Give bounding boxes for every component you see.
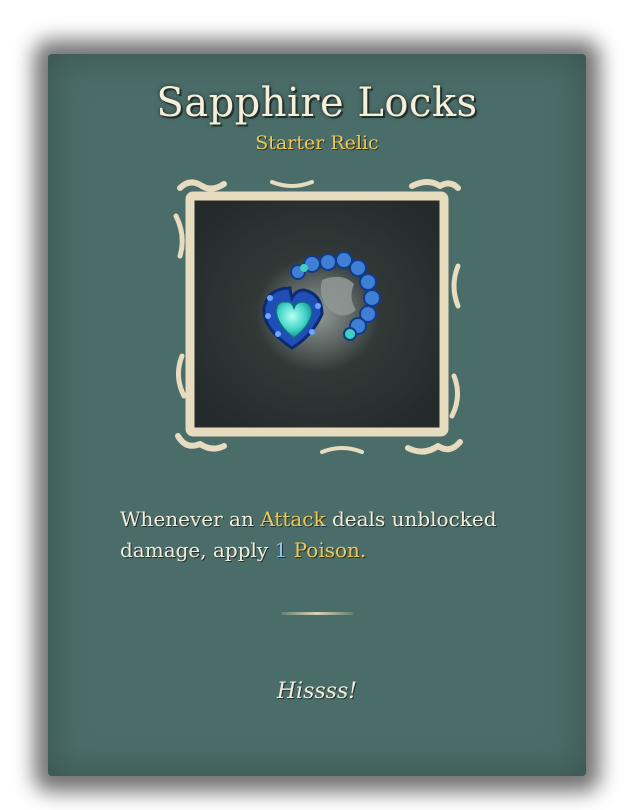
poison-amount: 1 (274, 538, 288, 562)
keyword-attack: Attack (260, 507, 326, 531)
description-text-1: Whenever an (120, 507, 261, 531)
relic-rarity: Starter Relic (255, 132, 379, 154)
relic-description: Whenever an Attack deals unblocked damag… (120, 504, 540, 566)
relic-title: Sapphire Locks (156, 80, 478, 126)
divider (281, 612, 353, 615)
relic-image-frame (172, 176, 464, 458)
flavor-text: Hissss! (276, 679, 358, 704)
relic-card: Sapphire Locks Starter Relic Whenever an… (48, 54, 586, 776)
keyword-poison: Poison. (293, 538, 367, 562)
